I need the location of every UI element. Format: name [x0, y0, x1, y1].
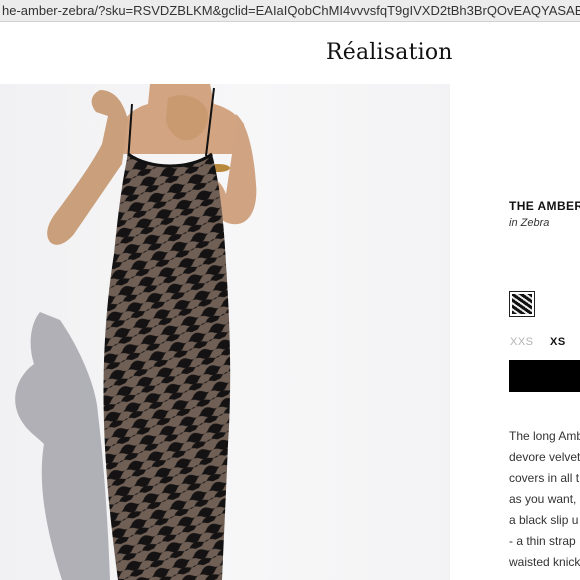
description-line: as you want, ' — [509, 492, 580, 506]
product-image[interactable] — [0, 84, 450, 580]
product-title: THE AMBER — [509, 199, 580, 213]
description-line: devore velvet — [509, 450, 580, 464]
product-color-subtitle: in Zebra — [509, 217, 550, 229]
description-line: The long Amb — [509, 429, 580, 443]
brand-logo[interactable]: Réalisation — [326, 40, 453, 65]
product-description: The long Amb devore velvet covers in all… — [509, 426, 580, 573]
address-bar[interactable]: he-amber-zebra/?sku=RSVDZBLKM&gclid=EAIa… — [0, 0, 580, 22]
description-line: a black slip u — [509, 513, 579, 527]
description-line: waisted knick — [509, 555, 580, 569]
model-dress-illustration — [15, 84, 257, 580]
url-text[interactable]: he-amber-zebra/?sku=RSVDZBLKM&gclid=EAIa… — [2, 3, 580, 18]
description-line: covers in all t — [509, 471, 580, 485]
zebra-swatch-icon[interactable] — [509, 291, 535, 317]
size-option-xxs[interactable]: XXS — [510, 336, 534, 348]
add-to-bag-button[interactable] — [509, 360, 580, 392]
size-option-xs[interactable]: XS — [550, 336, 566, 348]
swatch-pattern — [512, 294, 532, 314]
description-line: - a thin strap — [509, 534, 576, 548]
